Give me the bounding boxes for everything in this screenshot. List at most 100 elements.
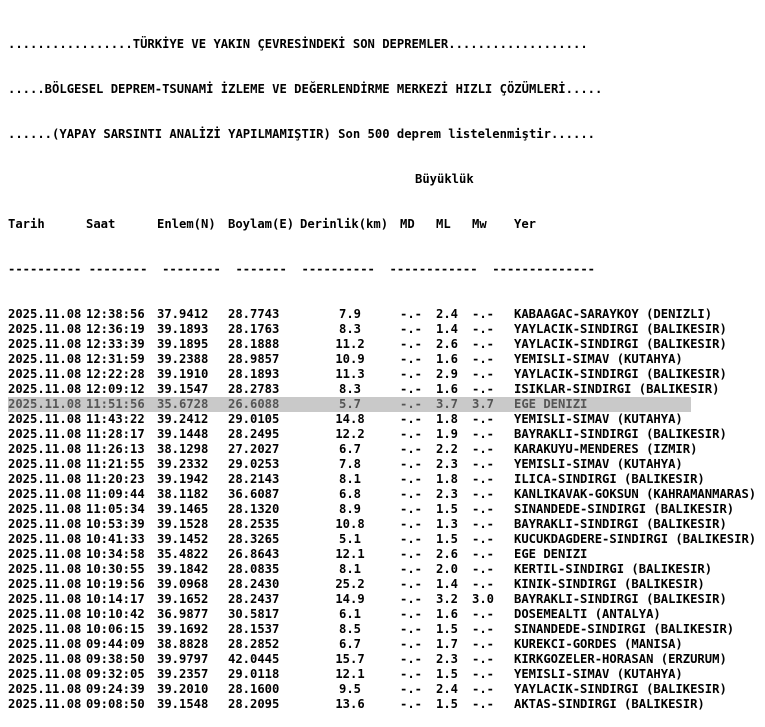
cell-date: 2025.11.08 bbox=[8, 697, 82, 711]
column-header-location: Yer bbox=[514, 217, 537, 231]
column-header-time: Saat bbox=[86, 217, 116, 231]
cell-date: 2025.11.08 bbox=[8, 547, 82, 561]
cell-md: -.- bbox=[400, 547, 423, 561]
cell-location: YAYLACIK-SINDIRGI (BALIKESIR) bbox=[514, 367, 727, 381]
cell-md: -.- bbox=[400, 517, 423, 531]
table-row[interactable]: 2025.11.08 11:43:22 39.2412 29.0105 14.8 -.- 1… bbox=[8, 412, 756, 427]
cell-location: KUCUKDAGDERE-SINDIRGI (BALIKESIR) bbox=[514, 532, 757, 546]
cell-md: -.- bbox=[400, 337, 423, 351]
table-row[interactable]: 2025.11.08 10:06:15 39.1692 28.1537 8.5 -.- 1.… bbox=[8, 622, 756, 637]
cell-ml: 1.6 bbox=[436, 607, 459, 621]
cell-depth: 8.1 bbox=[338, 562, 361, 576]
table-row[interactable]: 2025.11.08 12:33:39 39.1895 28.1888 11.2 -.- 2… bbox=[8, 337, 756, 352]
cell-depth: 14.8 bbox=[335, 412, 365, 426]
cell-md: -.- bbox=[400, 442, 423, 456]
table-row[interactable]: 2025.11.08 11:28:17 39.1448 28.2495 12.2 -.- 1… bbox=[8, 427, 756, 442]
cell-time: 11:51:56 bbox=[86, 397, 145, 411]
column-header-md: MD bbox=[400, 217, 415, 231]
cell-latitude: 39.1893 bbox=[157, 322, 209, 336]
cell-mw: -.- bbox=[472, 697, 495, 711]
table-row[interactable]: 2025.11.08 09:08:50 39.1548 28.2095 13.6 -.- 1… bbox=[8, 697, 756, 712]
cell-time: 12:31:59 bbox=[86, 352, 145, 366]
cell-longitude: 27.2027 bbox=[228, 442, 280, 456]
cell-longitude: 28.1893 bbox=[228, 367, 280, 381]
cell-md: -.- bbox=[400, 427, 423, 441]
cell-time: 12:33:39 bbox=[86, 337, 145, 351]
cell-longitude: 28.0835 bbox=[228, 562, 280, 576]
cell-latitude: 39.1652 bbox=[157, 592, 209, 606]
cell-mw: -.- bbox=[472, 502, 495, 516]
column-header-longitude: Boylam(E) bbox=[228, 217, 295, 231]
cell-ml: 2.2 bbox=[436, 442, 459, 456]
cell-depth: 10.9 bbox=[335, 352, 365, 366]
cell-mw: -.- bbox=[472, 337, 495, 351]
table-row[interactable]: 2025.11.08 12:22:28 39.1910 28.1893 11.3 -.- 2… bbox=[8, 367, 756, 382]
cell-time: 12:09:12 bbox=[86, 382, 145, 396]
cell-depth: 25.2 bbox=[335, 577, 365, 591]
table-row[interactable]: 2025.11.08 12:36:19 39.1893 28.1763 8.3 -.- 1.… bbox=[8, 322, 756, 337]
cell-latitude: 39.1528 bbox=[157, 517, 209, 531]
table-row[interactable]: 2025.11.08 11:21:55 39.2332 29.0253 7.8 -.- 2.… bbox=[8, 457, 756, 472]
cell-latitude: 39.1910 bbox=[157, 367, 209, 381]
cell-md: -.- bbox=[400, 352, 423, 366]
table-row[interactable]: 2025.11.08 10:19:56 39.0968 28.2430 25.2 -.- 1… bbox=[8, 577, 756, 592]
cell-time: 10:10:42 bbox=[86, 607, 145, 621]
cell-ml: 1.3 bbox=[436, 517, 459, 531]
table-row[interactable]: 2025.11.08 12:38:56 37.9412 28.7743 7.9 -.- 2.… bbox=[8, 307, 756, 322]
cell-longitude: 28.2430 bbox=[228, 577, 280, 591]
table-row[interactable]: 2025.11.08 09:38:50 39.9797 42.0445 15.7 -.- 2… bbox=[8, 652, 756, 667]
header-separator: ---------- -------- -------- ------- ---… bbox=[8, 262, 595, 276]
cell-time: 11:43:22 bbox=[86, 412, 145, 426]
cell-latitude: 39.1895 bbox=[157, 337, 209, 351]
cell-location: KIRKGOZELER-HORASAN (ERZURUM) bbox=[514, 652, 727, 666]
cell-location: BAYRAKLI-SINDIRGI (BALIKESIR) bbox=[514, 427, 727, 441]
cell-ml: 1.4 bbox=[436, 577, 459, 591]
cell-date: 2025.11.08 bbox=[8, 307, 82, 321]
table-row[interactable]: 2025.11.08 10:10:42 36.9877 30.5817 6.1 -.- 1.… bbox=[8, 607, 756, 622]
cell-mw: -.- bbox=[472, 472, 495, 486]
cell-time: 09:44:09 bbox=[86, 637, 145, 651]
table-row[interactable]: 2025.11.08 12:31:59 39.2388 28.9857 10.9 -.- 1… bbox=[8, 352, 756, 367]
column-header-date: Tarih bbox=[8, 217, 45, 231]
table-row[interactable]: 2025.11.08 11:09:44 38.1182 36.6087 6.8 -.- 2.… bbox=[8, 487, 756, 502]
table-row[interactable]: 2025.11.08 10:34:58 35.4822 26.8643 12.1 -.- 2… bbox=[8, 547, 756, 562]
cell-location: YEMISLI-SIMAV (KUTAHYA) bbox=[514, 412, 683, 426]
cell-date: 2025.11.08 bbox=[8, 532, 82, 546]
cell-md: -.- bbox=[400, 592, 423, 606]
table-row[interactable]: 2025.11.08 09:24:39 39.2010 28.1600 9.5 -.- 2.… bbox=[8, 682, 756, 697]
cell-md: -.- bbox=[400, 652, 423, 666]
cell-md: -.- bbox=[400, 607, 423, 621]
cell-location: KABAAGAC-SARAYKOY (DENIZLI) bbox=[514, 307, 713, 321]
table-row[interactable]: 2025.11.08 10:41:33 39.1452 28.3265 5.1 -.- 1.… bbox=[8, 532, 756, 547]
cell-md: -.- bbox=[400, 412, 423, 426]
header-title: .................TÜRKİYE VE YAKIN ÇEVRES… bbox=[8, 37, 588, 51]
cell-longitude: 28.2437 bbox=[228, 592, 280, 606]
table-row[interactable]: 2025.11.08 10:30:55 39.1842 28.0835 8.1 -.- 2.… bbox=[8, 562, 756, 577]
table-row-selected[interactable]: 2025.11.08 11:51:56 35.6728 26.6088 5.7 -.- 3.… bbox=[8, 397, 691, 412]
cell-ml: 2.3 bbox=[436, 652, 459, 666]
cell-date: 2025.11.08 bbox=[8, 592, 82, 606]
table-row[interactable]: 2025.11.08 11:05:34 39.1465 28.1320 8.9 -.- 1.… bbox=[8, 502, 756, 517]
cell-longitude: 29.0118 bbox=[228, 667, 280, 681]
cell-location: KANLIKAVAK-GOKSUN (KAHRAMANMARAS) bbox=[514, 487, 757, 501]
cell-mw: -.- bbox=[472, 682, 495, 696]
cell-location: YAYLACIK-SINDIRGI (BALIKESIR) bbox=[514, 322, 727, 336]
table-row[interactable]: 2025.11.08 10:14:17 39.1652 28.2437 14.9 -.- 3… bbox=[8, 592, 756, 607]
cell-longitude: 28.2495 bbox=[228, 427, 280, 441]
table-row[interactable]: 2025.11.08 09:44:09 38.8828 28.2852 6.7 -.- 1.… bbox=[8, 637, 756, 652]
cell-date: 2025.11.08 bbox=[8, 337, 82, 351]
cell-md: -.- bbox=[400, 502, 423, 516]
cell-date: 2025.11.08 bbox=[8, 652, 82, 666]
table-row[interactable]: 2025.11.08 11:26:13 38.1298 27.2027 6.7 -.- 2.… bbox=[8, 442, 756, 457]
cell-mw: -.- bbox=[472, 562, 495, 576]
cell-date: 2025.11.08 bbox=[8, 502, 82, 516]
table-row[interactable]: 2025.11.08 11:20:23 39.1942 28.2143 8.1 -.- 1.… bbox=[8, 472, 756, 487]
cell-depth: 10.8 bbox=[335, 517, 365, 531]
cell-latitude: 39.1942 bbox=[157, 472, 209, 486]
cell-ml: 2.6 bbox=[436, 547, 459, 561]
cell-ml: 2.3 bbox=[436, 457, 459, 471]
cell-latitude: 39.2357 bbox=[157, 667, 209, 681]
table-row[interactable]: 2025.11.08 10:53:39 39.1528 28.2535 10.8 -.- 1… bbox=[8, 517, 756, 532]
table-row[interactable]: 2025.11.08 12:09:12 39.1547 28.2783 8.3 -.- 1.… bbox=[8, 382, 756, 397]
table-row[interactable]: 2025.11.08 09:32:05 39.2357 29.0118 12.1 -.- 1… bbox=[8, 667, 756, 682]
